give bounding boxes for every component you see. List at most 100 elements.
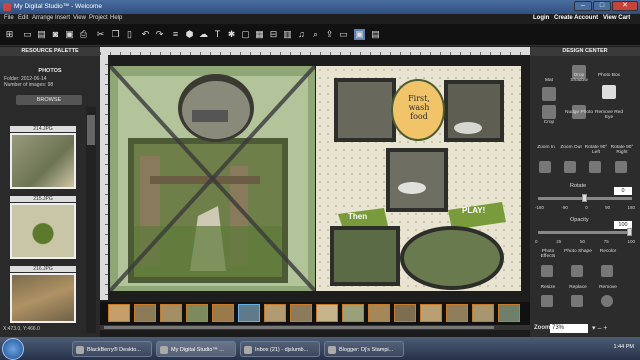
page-thumbnail[interactable] — [160, 304, 182, 322]
browse-button[interactable]: BROWSE — [16, 95, 82, 105]
drop-shadow-label: Drop Shadow — [570, 73, 588, 83]
undo-icon[interactable]: ↶ — [140, 29, 151, 40]
menu-help[interactable]: Help — [110, 15, 122, 21]
cloud-icon[interactable]: ☁ — [198, 29, 209, 40]
page-thumbnail[interactable] — [420, 304, 442, 322]
mat-label: Mat — [545, 78, 553, 83]
align-icon[interactable]: ⊟ — [268, 29, 279, 40]
replace-icon[interactable] — [571, 295, 583, 307]
zoom-in-icon[interactable] — [539, 161, 551, 173]
page-thumbnail[interactable] — [186, 304, 208, 322]
mat-icon[interactable] — [542, 87, 556, 101]
zoom-select[interactable]: 73% — [550, 324, 588, 333]
rotate-ticks: -180 -90 0 90 180 — [535, 205, 635, 210]
opacity-slider[interactable] — [538, 231, 632, 234]
taskbar-blackberry[interactable]: BlackBerry® Deskto... — [72, 341, 152, 357]
taskbar-inbox[interactable]: Inbox (21) - djslumb... — [240, 341, 320, 357]
page-thumbnail[interactable] — [394, 304, 416, 322]
maximize-button[interactable]: □ — [593, 1, 611, 11]
redo-icon[interactable]: ↷ — [154, 29, 165, 40]
photo-thumbnail[interactable] — [10, 203, 76, 259]
paste-icon[interactable]: ▯ — [124, 29, 135, 40]
rotate-left-icon[interactable] — [589, 161, 601, 173]
new-icon[interactable]: ▭ — [22, 29, 33, 40]
resource-palette-title: RESOURCE PALETTE — [0, 47, 100, 56]
page-thumbnail[interactable] — [368, 304, 390, 322]
layer-icon[interactable]: ≡ — [170, 29, 181, 40]
remove-icon[interactable] — [601, 295, 613, 307]
design-center: DESIGN CENTER Mat Drop Shadow Photo Box … — [530, 47, 640, 337]
page-thumbnail[interactable] — [238, 304, 260, 322]
photo-shape-icon[interactable] — [571, 265, 583, 277]
menu-project[interactable]: Project — [89, 15, 108, 21]
zoom-icon[interactable]: ⌕ — [310, 29, 321, 40]
zoom-in-label: Zoom In — [537, 145, 555, 150]
start-button[interactable] — [2, 338, 24, 360]
page-thumbnail[interactable] — [342, 304, 364, 322]
share-icon[interactable]: ⇪ — [324, 29, 335, 40]
mat-icon[interactable]: ▣ — [354, 29, 365, 40]
rotate-slider-knob[interactable] — [582, 194, 587, 202]
project-icon[interactable]: ⊞ — [4, 29, 15, 40]
page-thumbnail[interactable] — [290, 304, 312, 322]
page-thumbnail[interactable] — [264, 304, 286, 322]
dock-icon[interactable]: ▭ — [338, 29, 349, 40]
red-eye-label: Remove Red Eye — [595, 110, 623, 120]
page-thumbnail[interactable] — [472, 304, 494, 322]
text-icon[interactable]: T — [212, 29, 223, 40]
page-thumbnail[interactable] — [316, 304, 338, 322]
photo-box-icon[interactable] — [602, 85, 616, 99]
canvas-horizontal-scrollbar[interactable] — [100, 325, 530, 330]
opacity-slider-knob[interactable] — [627, 228, 632, 236]
zoom-out-icon[interactable] — [564, 161, 576, 173]
photo-thumbnail[interactable] — [10, 273, 76, 323]
layout-page-left[interactable] — [108, 64, 317, 293]
layout-page-right[interactable]: First, wash food Then PLAY! — [316, 66, 521, 291]
menu-edit[interactable]: Edit — [18, 15, 28, 21]
rotate-value[interactable]: 0 — [614, 187, 632, 195]
page-thumbnail[interactable] — [134, 304, 156, 322]
thumbnail-scrollbar[interactable] — [86, 107, 96, 333]
taskbar-blogger[interactable]: Blogger: Dj's Stampi... — [324, 341, 404, 357]
image-count: Number of images: 98 — [4, 82, 54, 88]
zoom-stepper[interactable]: ▾ – + — [592, 324, 607, 332]
taskbar-mds[interactable]: My Digital Studio™ ... — [156, 341, 236, 357]
menu-arrange[interactable]: Arrange — [32, 15, 53, 21]
menu-view[interactable]: View — [73, 15, 86, 21]
app-icon — [3, 3, 11, 11]
photo-effects-icon[interactable] — [541, 265, 553, 277]
open-icon[interactable]: ▤ — [36, 29, 47, 40]
music-icon[interactable]: ♫ — [296, 29, 307, 40]
grid-icon[interactable]: ▦ — [254, 29, 265, 40]
page-thumbnail[interactable] — [446, 304, 468, 322]
create-account-link[interactable]: Create Account — [554, 15, 598, 21]
windows-taskbar: BlackBerry® Deskto... My Digital Studio™… — [0, 337, 640, 360]
photo-icon[interactable]: ▣ — [64, 29, 75, 40]
crop-icon[interactable] — [542, 105, 556, 119]
save-icon[interactable]: ◙ — [50, 29, 61, 40]
menu-insert[interactable]: Insert — [55, 15, 70, 21]
frame-icon[interactable]: ▢ — [240, 29, 251, 40]
view-cart-link[interactable]: View Cart — [603, 15, 630, 21]
rotate-left-label: Rotate 90° Left — [584, 145, 608, 155]
crop-label: Crop — [543, 120, 555, 125]
page-thumbnail[interactable] — [212, 304, 234, 322]
login-link[interactable]: Login — [533, 15, 549, 21]
star-icon[interactable]: ✱ — [226, 29, 237, 40]
recolor-icon[interactable] — [601, 265, 613, 277]
print-icon[interactable]: ⎙ — [78, 29, 89, 40]
shape-icon[interactable]: ⬢ — [184, 29, 195, 40]
resize-icon[interactable] — [541, 295, 553, 307]
book-icon[interactable]: ▥ — [282, 29, 293, 40]
zoom-out-label: Zoom Out — [560, 145, 582, 150]
menu-file[interactable]: File — [4, 15, 14, 21]
minimize-button[interactable]: – — [574, 1, 592, 11]
page-thumbnail[interactable] — [108, 304, 130, 322]
page-thumbnail[interactable] — [498, 304, 520, 322]
window-icon[interactable]: ▤ — [370, 29, 381, 40]
close-button[interactable]: ✕ — [612, 1, 638, 11]
rotate-right-icon[interactable] — [615, 161, 627, 173]
copy-icon[interactable]: ❐ — [110, 29, 121, 40]
photo-thumbnail[interactable] — [10, 133, 76, 189]
cut-icon[interactable]: ✂ — [95, 29, 106, 40]
